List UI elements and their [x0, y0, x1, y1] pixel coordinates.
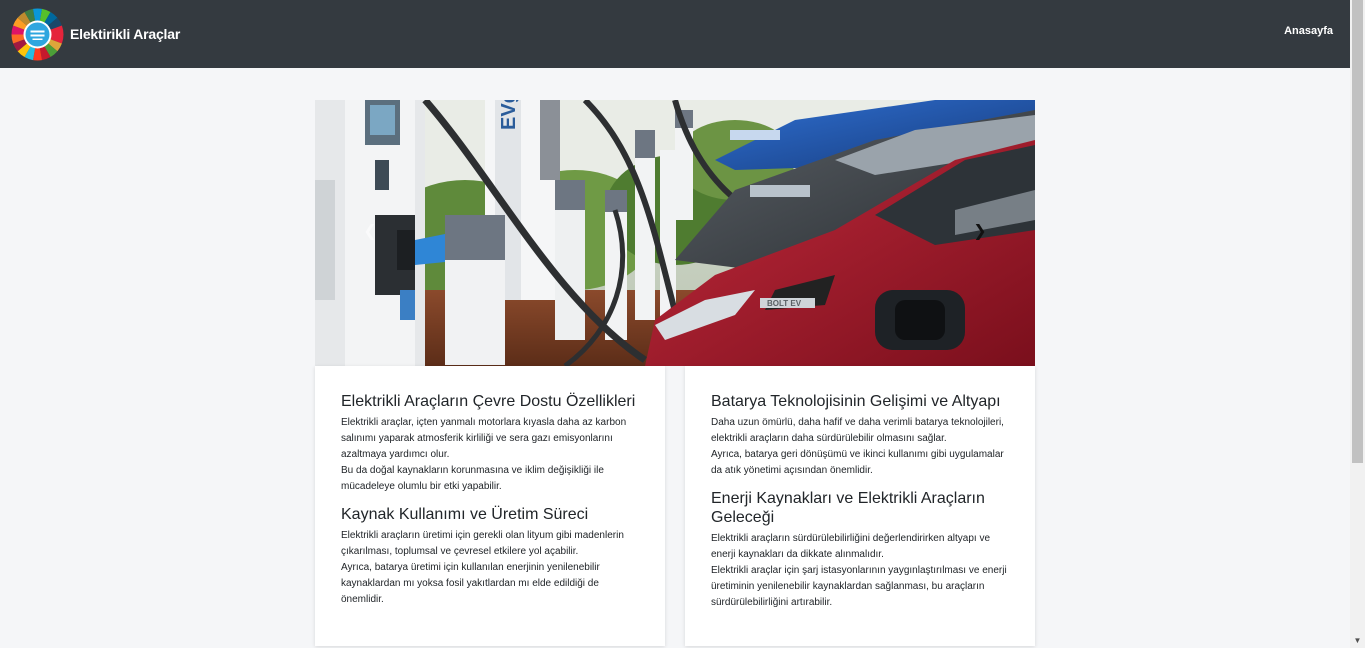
card-section-title: Elektrikli Araçların Çevre Dostu Özellik…	[341, 393, 636, 410]
electric-cars-charging-photo-icon: EVgo BOLT EV	[315, 100, 1035, 366]
chevron-left-icon: ❮	[363, 223, 377, 240]
card-section-title: Kaynak Kullanımı ve Üretim Süreci	[341, 506, 589, 523]
brand-title: Elektirikli Araçlar	[70, 26, 181, 42]
chevron-right-icon: ❯	[973, 223, 987, 240]
page-scrollbar[interactable]: ▼	[1350, 0, 1365, 648]
top-navbar: Elektirikli Araçlar Anasayfa	[0, 0, 1350, 68]
card-section-text: Elektrikli araçlar, içten yanmalı motorl…	[341, 417, 627, 460]
info-card-left: Elektrikli Araçların Çevre Dostu Özellik…	[315, 366, 665, 646]
station-brand-text: EVgo	[498, 100, 520, 130]
card-section-text: Ayrıca, batarya üretimi için kullanılan …	[341, 562, 600, 605]
card-section-title: Batarya Teknolojisinin Gelişimi ve Altya…	[711, 393, 1001, 410]
card-section-text: Elektrikli araçlar için şarj istasyonlar…	[711, 565, 1007, 608]
card-section-text: Daha uzun ömürlü, daha hafif ve daha ver…	[711, 417, 1004, 444]
brand-link[interactable]: Elektirikli Araçlar	[11, 8, 180, 61]
nav-home-link[interactable]: Anasayfa	[1284, 25, 1333, 37]
scrollbar-thumb[interactable]	[1352, 0, 1363, 463]
card-section-title: Enerji Kaynakları ve Elektrikli Araçları…	[711, 490, 985, 526]
carousel-next-button[interactable]: ❯	[970, 220, 990, 244]
card-section-text: Elektrikli araçların üretimi için gerekl…	[341, 530, 624, 557]
card-section-text: Bu da doğal kaynakların korunmasına ve i…	[341, 465, 604, 492]
hero-carousel: EVgo BOLT EV ❮ ❯	[315, 100, 1035, 366]
carousel-prev-button[interactable]: ❮	[360, 220, 380, 244]
card-section-text: Elektrikli araçların sürdürülebilirliğin…	[711, 533, 991, 560]
car-badge-text: BOLT EV	[767, 299, 802, 308]
info-card-right: Batarya Teknolojisinin Gelişimi ve Altya…	[685, 366, 1035, 646]
card-section-text: Ayrıca, batarya geri dönüşümü ve ikinci …	[711, 449, 1004, 476]
sdg-wheel-logo-icon	[11, 8, 64, 61]
scroll-down-arrow-icon[interactable]: ▼	[1350, 634, 1365, 648]
